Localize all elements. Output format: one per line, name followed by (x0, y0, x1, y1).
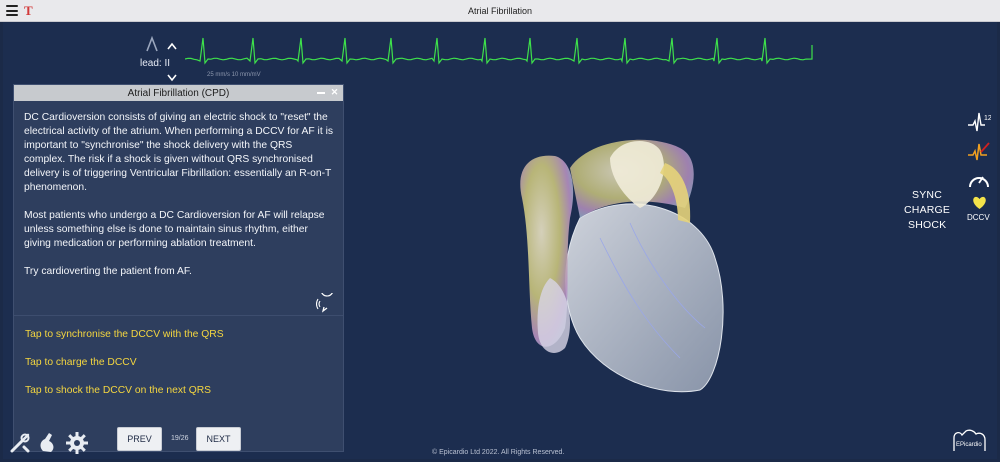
settings-gear-icon[interactable] (65, 431, 89, 455)
heart-3d-model[interactable] (510, 128, 750, 398)
panel-divider (14, 315, 343, 316)
probe-icon[interactable] (37, 431, 59, 454)
tools-icon[interactable] (9, 432, 31, 454)
panel-paragraph: Try cardioverting the patient from AF. (24, 266, 192, 277)
page-counter: 19/26 (171, 435, 189, 442)
ecg-lead-label: lead: II (140, 58, 171, 69)
ecg-scale-label: 25 mm/s 10 mm/mV (207, 72, 261, 78)
twelve-lead-ecg-icon[interactable]: 12 (967, 111, 991, 133)
text-tool-icon[interactable]: T (24, 3, 33, 19)
ventricle-shape (565, 203, 724, 393)
sync-action-link[interactable]: Tap to synchronise the DCCV with the QRS (25, 329, 224, 340)
dccv-label: DCCV (967, 213, 990, 222)
epicardio-logo: EPicardio (952, 428, 988, 452)
next-button[interactable]: NEXT (196, 427, 241, 451)
charge-action-link[interactable]: Tap to charge the DCCV (25, 357, 137, 368)
ecg-trace-line (185, 37, 813, 65)
copyright-text: © Epicardio Ltd 2022. All Rights Reserve… (432, 449, 565, 456)
lead-chevron-icon[interactable] (146, 36, 158, 52)
hamburger-menu-icon[interactable] (6, 5, 18, 16)
gauge-icon[interactable] (967, 171, 991, 191)
lead-down-arrow-icon[interactable] (167, 74, 177, 82)
epicardio-logo-text: EPicardio (956, 442, 982, 448)
minimize-icon[interactable] (314, 86, 327, 99)
window-title: Atrial Fibrillation (467, 5, 533, 16)
shock-button[interactable]: SHOCK (908, 219, 946, 231)
charge-button[interactable]: CHARGE (904, 204, 950, 216)
panel-paragraph: DC Cardioversion consists of giving an e… (24, 112, 334, 193)
voice-icon[interactable] (316, 293, 338, 313)
twelve-lead-label: 12 (984, 115, 991, 122)
lead-up-arrow-icon[interactable] (167, 42, 177, 50)
panel-header: Atrial Fibrillation (CPD) (14, 85, 343, 101)
tutorial-panel: Atrial Fibrillation (CPD) DC Cardioversi… (13, 84, 344, 452)
epicardio-logo-mark (953, 429, 986, 451)
panel-text: DC Cardioversion consists of giving an e… (14, 101, 343, 279)
prev-button[interactable]: PREV (117, 427, 162, 451)
ecg-trace (185, 37, 813, 65)
pacing-ecg-icon[interactable] (967, 140, 991, 164)
close-icon[interactable] (328, 86, 341, 99)
title-bar: T Atrial Fibrillation (0, 0, 1000, 22)
shock-action-link[interactable]: Tap to shock the DCCV on the next QRS (25, 385, 211, 396)
panel-title: Atrial Fibrillation (CPD) (127, 87, 230, 99)
heart-dccv-icon[interactable] (972, 196, 987, 210)
sync-button[interactable]: SYNC (912, 189, 942, 201)
panel-paragraph: Most patients who undergo a DC Cardiover… (24, 210, 325, 249)
